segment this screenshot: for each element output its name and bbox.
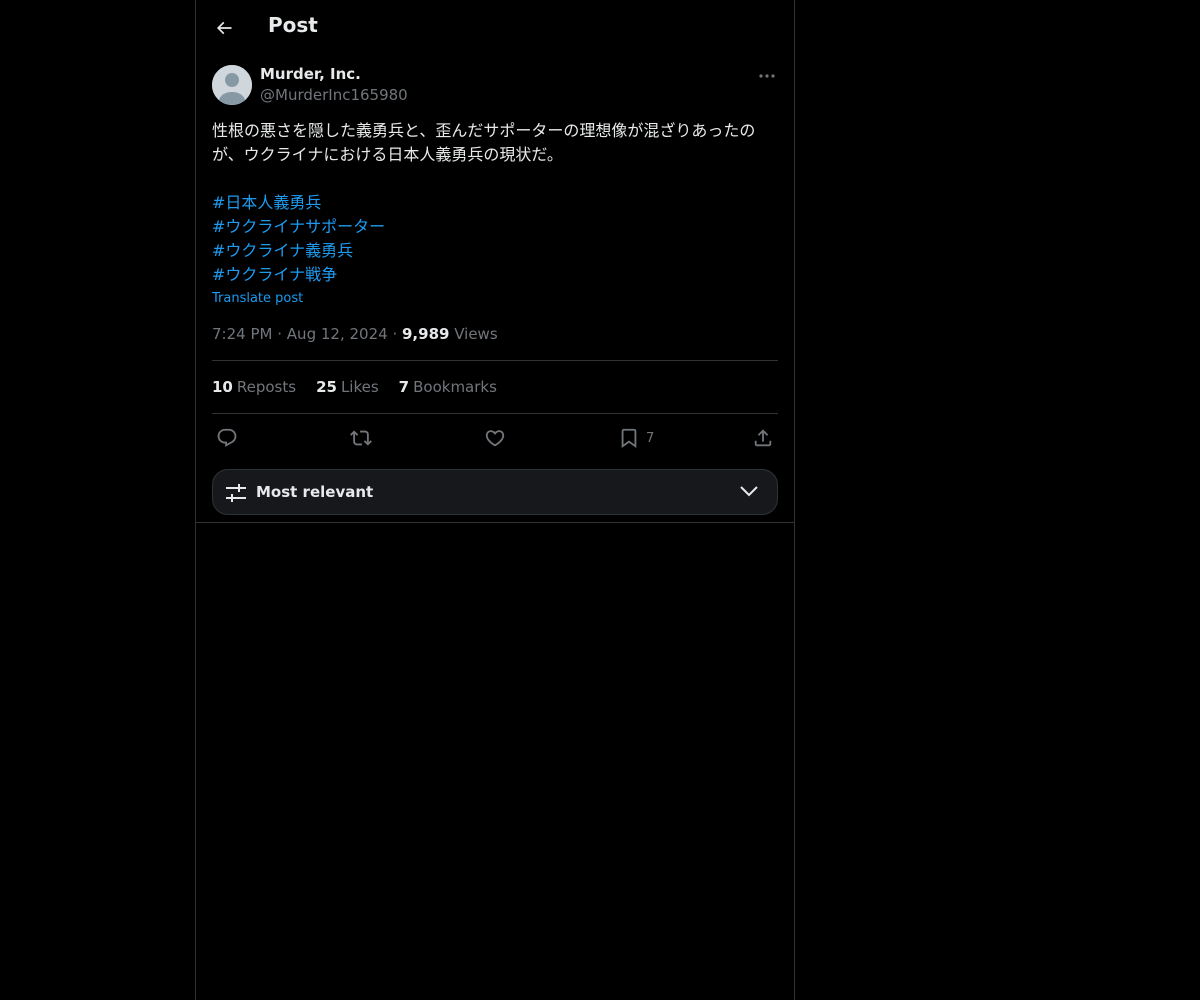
reply-icon (217, 428, 237, 447)
like-button[interactable] (484, 424, 506, 452)
reply-sort-dropdown[interactable]: Most relevant (212, 469, 778, 515)
repost-icon (350, 430, 372, 446)
views-label: Views (454, 325, 498, 343)
meta-separator: · (277, 325, 283, 343)
post-meta: 7:24 PM · Aug 12, 2024 · 9,989 Views (212, 325, 498, 343)
action-bar: 7 (212, 424, 778, 452)
more-options-button[interactable] (756, 65, 778, 87)
likes-stat[interactable]: 25 Likes (316, 378, 379, 396)
reply-button[interactable] (216, 424, 238, 452)
bookmarks-count: 7 (398, 378, 410, 396)
post-time[interactable]: 7:24 PM (212, 325, 272, 343)
back-button[interactable] (208, 12, 240, 44)
sort-label: Most relevant (256, 483, 374, 501)
hashtag-link[interactable]: #ウクライナ義勇兵 (212, 239, 778, 263)
hashtag-link[interactable]: #ウクライナサポーター (212, 215, 778, 239)
avatar[interactable] (212, 65, 252, 105)
hashtag-list: #日本人義勇兵 #ウクライナサポーター #ウクライナ義勇兵 #ウクライナ戦争 (212, 191, 778, 287)
hashtag-link[interactable]: #ウクライナ戦争 (212, 263, 778, 287)
page-header: Post (196, 0, 794, 54)
post-author: Murder, Inc. @MurderInc165980 (212, 65, 778, 107)
post-date[interactable]: Aug 12, 2024 (287, 325, 388, 343)
bookmark-button[interactable]: 7 (618, 424, 654, 452)
arrow-left-icon (216, 21, 232, 35)
engagement-stats: 10 Reposts 25 Likes 7 Bookmarks (212, 378, 497, 396)
reposts-label: Reposts (236, 378, 297, 396)
likes-label: Likes (340, 378, 379, 396)
share-icon (754, 429, 772, 447)
default-avatar-icon (212, 65, 252, 105)
divider (212, 360, 778, 361)
views-count: 9,989 (402, 325, 450, 343)
share-button[interactable] (752, 424, 774, 452)
more-dots-icon (759, 74, 775, 78)
divider (196, 522, 794, 523)
post-text: 性根の悪さを隠した義勇兵と、歪んだサポーターの理想像が混ざりあったのが、ウクライ… (212, 121, 756, 164)
post-body: 性根の悪さを隠した義勇兵と、歪んだサポーターの理想像が混ざりあったのが、ウクライ… (212, 119, 778, 307)
bookmark-icon (621, 428, 637, 449)
reposts-count: 10 (212, 378, 233, 396)
like-heart-icon (485, 430, 505, 447)
bookmark-count: 7 (646, 430, 655, 446)
author-name[interactable]: Murder, Inc. (260, 65, 361, 83)
reposts-stat[interactable]: 10 Reposts (212, 378, 296, 396)
translate-post-link[interactable]: Translate post (212, 291, 778, 307)
likes-count: 25 (316, 378, 337, 396)
page-title: Post (268, 13, 318, 37)
bookmarks-stat[interactable]: 7 Bookmarks (399, 378, 497, 396)
post-column: Post Murder, Inc. @MurderInc165980 性根の悪さ… (195, 0, 795, 1000)
sliders-icon (226, 484, 246, 502)
hashtag-link[interactable]: #日本人義勇兵 (212, 191, 778, 215)
bookmarks-label: Bookmarks (413, 378, 497, 396)
author-handle[interactable]: @MurderInc165980 (260, 86, 408, 104)
divider (212, 413, 778, 414)
repost-button[interactable] (350, 424, 372, 452)
chevron-down-icon (740, 486, 758, 497)
meta-separator: · (392, 325, 398, 343)
